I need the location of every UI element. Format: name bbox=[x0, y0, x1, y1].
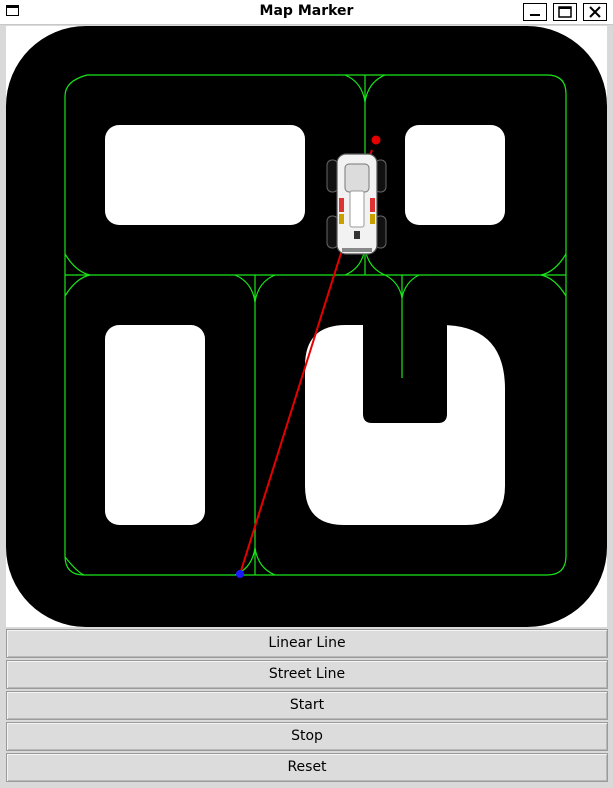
maximize-button[interactable] bbox=[553, 3, 577, 21]
minimize-icon bbox=[530, 14, 540, 16]
map-canvas[interactable] bbox=[6, 26, 607, 627]
map-svg[interactable] bbox=[6, 26, 607, 627]
street-line-button[interactable]: Street Line bbox=[6, 660, 608, 689]
track-outer bbox=[6, 26, 607, 627]
start-button[interactable]: Start bbox=[6, 691, 608, 720]
island-bottom-left bbox=[105, 325, 205, 525]
target-marker[interactable] bbox=[371, 135, 381, 145]
close-button[interactable] bbox=[583, 3, 607, 21]
island-top-right bbox=[405, 125, 505, 225]
maximize-icon bbox=[558, 6, 572, 18]
island-top-left bbox=[105, 125, 305, 225]
stop-button[interactable]: Stop bbox=[6, 722, 608, 751]
linear-line-button[interactable]: Linear Line bbox=[6, 629, 608, 658]
island-notch bbox=[363, 325, 447, 423]
minimize-button[interactable] bbox=[523, 3, 547, 21]
title-bar: Map Marker bbox=[0, 0, 613, 25]
window-title: Map Marker bbox=[259, 3, 354, 19]
start-marker[interactable] bbox=[236, 570, 244, 578]
close-icon bbox=[589, 6, 601, 18]
reset-button[interactable]: Reset bbox=[6, 753, 608, 782]
